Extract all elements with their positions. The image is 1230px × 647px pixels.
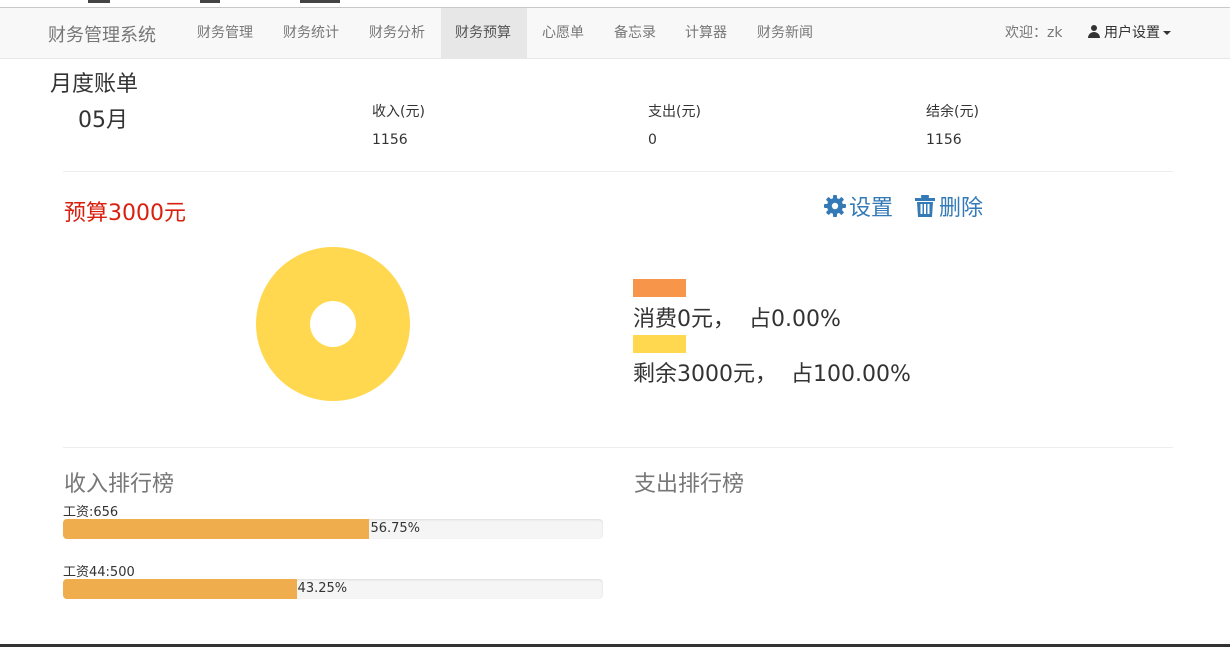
nav-item-finance-manage[interactable]: 财务管理: [183, 8, 267, 58]
legend-remaining-text: 剩余3000元， 占100.00%: [633, 362, 911, 387]
income-rank-label: 工资44:500: [63, 565, 135, 580]
income-value: 1156: [372, 132, 408, 148]
gear-icon: [824, 195, 846, 217]
income-rank-bar: 56.75%: [63, 519, 603, 539]
user-icon: [1088, 25, 1100, 38]
progress-percent: 43.25%: [297, 581, 348, 596]
nav-item-finance-stats[interactable]: 财务统计: [269, 8, 353, 58]
balance-value: 1156: [926, 132, 962, 148]
progress-fill: [63, 519, 370, 539]
expense-rank-title: 支出排行榜: [634, 472, 745, 497]
settings-label: 设置: [849, 196, 894, 221]
legend-consumed-text: 消费0元， 占0.00%: [633, 307, 841, 332]
navbar: 财务管理系统 财务管理 财务统计 财务分析 财务预算 心愿单 备忘录 计算器 财…: [0, 8, 1230, 59]
budget-donut-chart: [255, 247, 410, 401]
delete-label: 删除: [939, 196, 984, 221]
divider: [63, 171, 1173, 172]
nav-item-finance-analysis[interactable]: 财务分析: [355, 8, 439, 58]
income-rank-bar: 43.25%: [63, 579, 603, 599]
budget-title: 预算3000元: [64, 201, 186, 226]
donut-slice-1: [255, 247, 410, 401]
balance-label: 结余(元): [926, 104, 979, 120]
income-label: 收入(元): [372, 104, 425, 120]
nav-item-calculator[interactable]: 计算器: [671, 8, 741, 58]
bill-month: 05月: [78, 108, 128, 133]
nav-item-memo[interactable]: 备忘录: [600, 8, 670, 58]
nav-item-finance-news[interactable]: 财务新闻: [743, 8, 827, 58]
legend-swatch-remaining: [633, 335, 686, 353]
expense-value: 0: [648, 132, 657, 148]
monthly-bill-title: 月度账单: [50, 72, 139, 97]
income-rank-label: 工资:656: [63, 505, 119, 520]
progress-fill: [63, 579, 297, 599]
expense-label: 支出(元): [648, 104, 701, 120]
nav-item-finance-budget[interactable]: 财务预算: [441, 8, 527, 58]
nav-item-wishlist[interactable]: 心愿单: [528, 8, 598, 58]
welcome-text: 欢迎：zk: [1005, 25, 1063, 41]
delete-button[interactable]: 删除: [913, 190, 983, 222]
caret-down-icon: [1163, 31, 1171, 35]
brand[interactable]: 财务管理系统: [48, 21, 156, 47]
income-rank-title: 收入排行榜: [64, 472, 175, 497]
user-settings-dropdown[interactable]: 用户设置: [1088, 8, 1171, 58]
progress-percent: 56.75%: [370, 521, 421, 536]
legend-swatch-consumed: [633, 279, 686, 297]
browser-top-strip: [0, 0, 1230, 8]
settings-button[interactable]: 设置: [823, 190, 893, 222]
user-settings-label: 用户设置: [1104, 25, 1160, 41]
divider: [63, 447, 1173, 448]
trash-icon: [915, 195, 935, 217]
